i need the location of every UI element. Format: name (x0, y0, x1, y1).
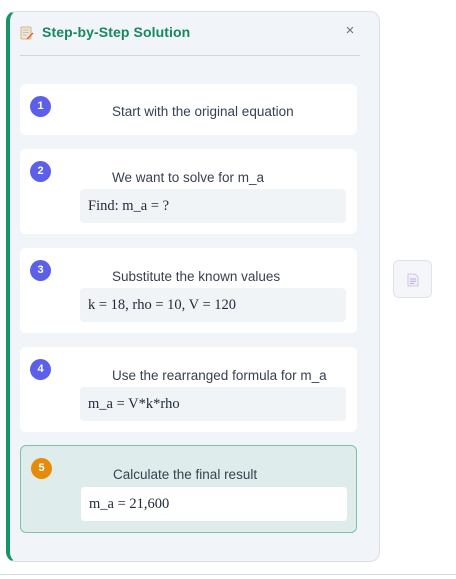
step-title: Substitute the known values (112, 269, 281, 284)
close-icon: × (345, 22, 355, 39)
document-icon (407, 273, 419, 287)
step-number-badge: 1 (30, 96, 51, 117)
panel-header: Step-by-Step Solution × (20, 22, 360, 52)
step-title: We want to solve for m_a (112, 170, 265, 185)
memo-pencil-icon (20, 26, 34, 40)
step-formula: k = 18, rho = 10, V = 120 (80, 288, 346, 322)
step-title: Calculate the final result (113, 467, 258, 482)
step-card-5-active: 5 Calculate the final result m_a = 21,60… (20, 445, 357, 533)
step-formula: m_a = 21,600 (81, 487, 347, 521)
panel-title: Step-by-Step Solution (42, 24, 191, 40)
step-card-4: 4 Use the rearranged formula for m_a m_a… (20, 347, 357, 432)
step-formula: Find: m_a = ? (80, 189, 346, 223)
step-number-badge: 3 (30, 260, 51, 281)
document-button[interactable] (393, 260, 432, 298)
step-title: Use the rearranged formula for m_a (112, 368, 327, 383)
bottom-divider (0, 574, 456, 575)
step-card-1: 1 Start with the original equation (20, 84, 357, 135)
step-title: Start with the original equation (112, 104, 294, 119)
close-button[interactable]: × (340, 21, 360, 41)
step-card-3: 3 Substitute the known values k = 18, rh… (20, 248, 357, 333)
step-number-badge: 4 (30, 359, 51, 380)
step-formula: m_a = V*k*rho (80, 387, 346, 421)
step-number-badge: 2 (30, 161, 51, 182)
header-divider (20, 55, 360, 56)
step-card-2: 2 We want to solve for m_a Find: m_a = ? (20, 149, 357, 234)
step-number-badge: 5 (31, 458, 52, 479)
